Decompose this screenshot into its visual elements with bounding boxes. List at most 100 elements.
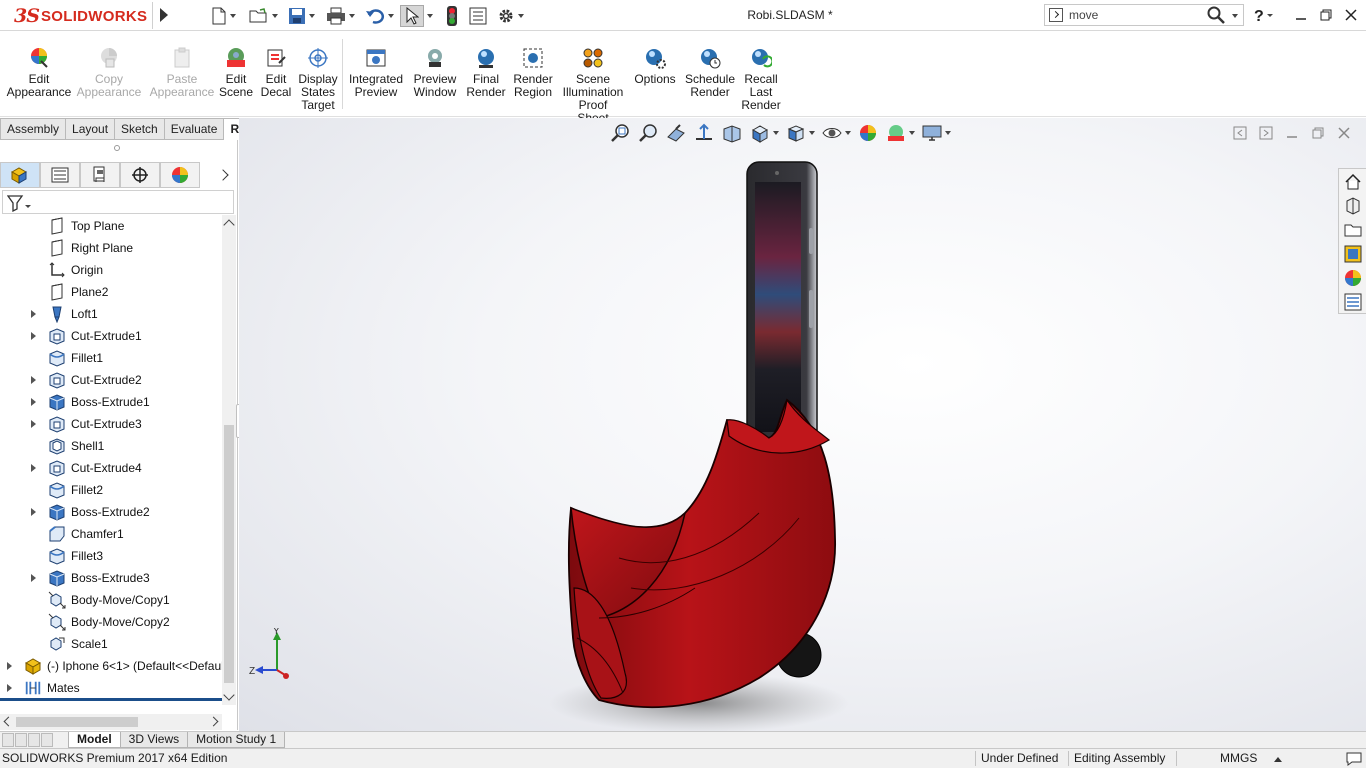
command-paste-appearance-button[interactable]: Paste Appearance [150, 47, 214, 99]
graphics-area[interactable]: Y Z [239, 118, 1366, 731]
scroll-right-icon[interactable] [208, 716, 219, 727]
tree-item[interactable]: Plane2 [0, 281, 222, 303]
tree-item[interactable]: Body-Move/Copy2 [0, 611, 222, 633]
file-explorer-tab[interactable] [1342, 219, 1364, 241]
tree-item[interactable]: Boss-Extrude3 [0, 567, 222, 589]
tree-item[interactable]: Boss-Extrude2 [0, 501, 222, 523]
scroll-down-icon[interactable] [223, 689, 235, 701]
expand-arrow-icon[interactable] [31, 398, 36, 406]
tree-item[interactable]: Mates [0, 677, 222, 699]
tree-horizontal-scrollbar[interactable] [0, 714, 222, 730]
tree-item[interactable]: Scale1 [0, 633, 222, 655]
rebuild-button[interactable] [442, 5, 462, 27]
command-final-render-button[interactable]: Final Render [466, 47, 506, 99]
display-manager-tab[interactable] [160, 162, 200, 188]
open-document-button[interactable] [246, 5, 280, 27]
command-edit-scene-button[interactable]: Edit Scene [219, 47, 253, 99]
help-button[interactable]: ? [1252, 5, 1274, 25]
prev-tab-button[interactable] [15, 733, 27, 747]
scroll-thumb[interactable] [224, 425, 234, 683]
more-tabs-chevron-icon[interactable] [217, 169, 229, 181]
command-render-region-button[interactable]: Render Region [513, 47, 553, 99]
scroll-up-icon[interactable] [223, 219, 235, 231]
close-button[interactable] [1340, 5, 1362, 25]
restore-button[interactable] [1315, 5, 1337, 25]
search-input[interactable] [1069, 7, 1209, 23]
tab-sketch[interactable]: Sketch [115, 118, 165, 140]
tree-item[interactable]: Right Plane [0, 237, 222, 259]
solidworks-resources-tab[interactable] [1342, 171, 1364, 193]
expand-arrow-icon[interactable] [31, 376, 36, 384]
model-render[interactable] [239, 118, 1366, 731]
tree-rollback-bar[interactable] [0, 698, 222, 701]
search-dropdown-icon[interactable] [1232, 14, 1238, 18]
expand-arrow-icon[interactable] [31, 574, 36, 582]
file-properties-button[interactable] [467, 5, 489, 27]
tree-item[interactable]: Top Plane [0, 215, 222, 237]
command-schedule-render-button[interactable]: Schedule Render [685, 47, 735, 99]
tree-vertical-scrollbar[interactable] [222, 215, 236, 705]
tab-evaluate[interactable]: Evaluate [164, 118, 225, 140]
expand-arrow-icon[interactable] [31, 332, 36, 340]
command-recall-last-render-button[interactable]: Recall Last Render [741, 47, 781, 112]
tree-item[interactable]: Fillet2 [0, 479, 222, 501]
tab-layout[interactable]: Layout [66, 118, 116, 140]
search-icon[interactable] [1207, 6, 1225, 24]
tree-item[interactable]: Shell1 [0, 435, 222, 457]
expand-arrow-icon[interactable] [31, 464, 36, 472]
select-button[interactable] [400, 5, 424, 27]
expand-arrow-icon[interactable] [31, 310, 36, 318]
command-display-states-target-button[interactable]: Display States Target [298, 47, 338, 112]
appearances-scenes-tab[interactable] [1342, 267, 1364, 289]
tree-item[interactable]: Origin [0, 259, 222, 281]
bottom-tab-3d-views[interactable]: 3D Views [119, 732, 189, 748]
expand-arrow-icon[interactable] [31, 420, 36, 428]
horizontal-scroll-thumb[interactable] [16, 717, 138, 727]
bottom-tab-model[interactable]: Model [68, 732, 121, 748]
command-edit-appearance-button[interactable]: Edit Appearance [7, 47, 71, 99]
expand-arrow-icon[interactable] [31, 508, 36, 516]
dimxpert-manager-tab[interactable] [120, 162, 160, 188]
print-button[interactable] [323, 5, 357, 27]
tree-item[interactable]: Loft1 [0, 303, 222, 325]
undo-button[interactable] [362, 5, 396, 27]
expand-arrow-icon[interactable] [7, 684, 12, 692]
command-copy-appearance-button[interactable]: Copy Appearance [77, 47, 141, 99]
select-dropdown[interactable] [424, 5, 436, 27]
first-tab-button[interactable] [2, 733, 14, 747]
quick-tips-icon[interactable] [1346, 752, 1362, 766]
expand-arrow-icon[interactable] [7, 662, 12, 670]
command-preview-window-button[interactable]: Preview Window [412, 47, 458, 99]
bottom-tab-motion-study-1[interactable]: Motion Study 1 [187, 732, 286, 748]
panel-grip[interactable] [114, 145, 120, 151]
tree-item[interactable]: Fillet1 [0, 347, 222, 369]
configuration-manager-tab[interactable] [80, 162, 120, 188]
menu-expand-arrow-icon[interactable] [160, 8, 168, 22]
tree-item[interactable]: Cut-Extrude4 [0, 457, 222, 479]
feature-manager-tab[interactable] [0, 162, 40, 188]
last-tab-button[interactable] [41, 733, 53, 747]
tree-item[interactable]: Body-Move/Copy1 [0, 589, 222, 611]
command-integrated-preview-button[interactable]: Integrated Preview [348, 47, 404, 99]
custom-properties-tab[interactable] [1342, 291, 1364, 313]
tree-item[interactable]: Cut-Extrude1 [0, 325, 222, 347]
command-edit-decal-button[interactable]: Edit Decal [261, 47, 291, 99]
tree-item[interactable]: Chamfer1 [0, 523, 222, 545]
tree-item[interactable]: Cut-Extrude3 [0, 413, 222, 435]
next-tab-button[interactable] [28, 733, 40, 747]
solidworks-logo[interactable]: 3S SOLIDWORKS [14, 3, 152, 29]
tab-assembly[interactable]: Assembly [0, 118, 67, 140]
tree-item[interactable]: Fillet3 [0, 545, 222, 567]
design-library-tab[interactable] [1342, 195, 1364, 217]
save-button[interactable] [284, 5, 318, 27]
tree-item[interactable]: (-) Iphone 6<1> (Default<<Default [0, 655, 222, 677]
tree-item[interactable]: Cut-Extrude2 [0, 369, 222, 391]
tree-item[interactable]: Boss-Extrude1 [0, 391, 222, 413]
property-manager-tab[interactable] [40, 162, 80, 188]
status-units[interactable]: MMGS [1220, 751, 1257, 765]
command-scene-illumination-proof-sheet-button[interactable]: Scene Illumination Proof Sheet [562, 47, 624, 125]
command-options-button[interactable]: Options [633, 47, 677, 86]
view-palette-tab[interactable] [1342, 243, 1364, 265]
minimize-button[interactable] [1290, 5, 1312, 25]
command-search-box[interactable] [1044, 4, 1244, 26]
